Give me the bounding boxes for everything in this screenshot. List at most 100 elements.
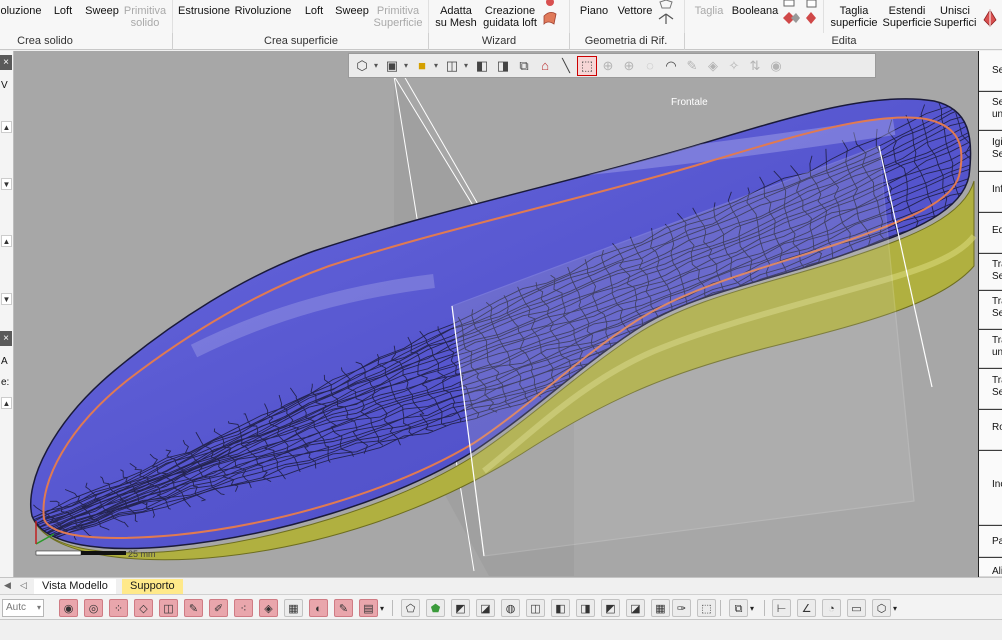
right-panel-item[interactable]: Ali [979, 558, 1002, 577]
boolean-shapes-icon[interactable] [781, 0, 801, 32]
piano-button[interactable]: Piano [578, 0, 610, 34]
show-reference-icon[interactable]: ◐ [309, 599, 328, 617]
select-surface-icon[interactable]: ◧ [551, 599, 570, 617]
floor-icon[interactable]: ⌂ [536, 57, 554, 75]
magic-icon[interactable]: ✧ [725, 57, 743, 75]
freeform-icon[interactable]: ◌ [641, 57, 659, 75]
auto-select-dropdown[interactable]: Autc ▾ [2, 599, 44, 617]
select-curve-icon[interactable]: ◩ [601, 599, 620, 617]
select-all-icon[interactable]: ⬚ [697, 599, 716, 617]
rivoluzione-solid-button[interactable]: oluzione [0, 0, 42, 34]
measure-area-icon[interactable]: ▭ [847, 599, 866, 617]
chevron-down-icon[interactable]: ▾ [380, 604, 384, 613]
right-panel-item[interactable]: TraSe [979, 369, 1002, 409]
taglia-button[interactable]: Taglia [692, 0, 726, 34]
box-icon[interactable]: ▣ [383, 57, 401, 75]
clip-icon[interactable]: ◨ [494, 57, 512, 75]
select-edge-icon[interactable]: ◪ [476, 599, 495, 617]
loft-surface-button[interactable]: Loft [300, 0, 328, 34]
estendi-superficie-button[interactable]: Estendi Superficie [881, 0, 933, 34]
select-point-icon[interactable]: ◪ [626, 599, 645, 617]
paint-icon[interactable]: ◈ [704, 57, 722, 75]
snap-icon[interactable]: ⊕ [599, 57, 617, 75]
show-curves-icon[interactable]: ✎ [184, 599, 203, 617]
scroll-down-icon[interactable]: ▼ [1, 178, 12, 190]
select-rect-icon[interactable]: ⬚ [577, 55, 597, 76]
show-point-cloud-icon[interactable]: ◎ [84, 599, 103, 617]
mirror-icon[interactable]: ⧉ [515, 57, 533, 75]
wizard-tools-icon[interactable] [541, 0, 559, 30]
tab-supporto[interactable]: Supporto [122, 579, 183, 594]
right-panel-item[interactable]: Traun [979, 330, 1002, 368]
tab-scroll-left-icon[interactable]: ◁ [20, 580, 27, 591]
select-body-icon[interactable]: ◫ [526, 599, 545, 617]
sweep-solid-button[interactable]: Sweep [84, 0, 120, 34]
snap2-icon[interactable]: ⊕ [620, 57, 638, 75]
brush-icon[interactable]: ✎ [683, 57, 701, 75]
eye-icon[interactable]: ◉ [767, 57, 785, 75]
split-surface-icon[interactable] [980, 6, 1000, 28]
tab-scroll-left-icon[interactable]: ◀ [4, 580, 11, 591]
chevron-down-icon[interactable]: ▾ [750, 604, 754, 613]
show-mesh-icon[interactable]: ◉ [59, 599, 78, 617]
edit-shapes-icon[interactable] [804, 0, 820, 32]
primitiva-superficie-button[interactable]: Primitiva Superficie [372, 0, 424, 34]
measure-angle-icon[interactable]: ∠ [797, 599, 816, 617]
more-tools-icon[interactable]: ⬡ [872, 599, 891, 617]
right-panel-item[interactable]: Ed [979, 213, 1002, 253]
close-panel-button[interactable]: × [0, 55, 12, 70]
booleana-button[interactable]: Booleana [730, 0, 780, 34]
lasso-icon[interactable]: ◠ [662, 57, 680, 75]
sweep-surface-button[interactable]: Sweep [334, 0, 370, 34]
select-feature-icon[interactable]: ◍ [501, 599, 520, 617]
close-panel-button[interactable]: × [0, 331, 12, 346]
right-panel-item[interactable]: Pa [979, 526, 1002, 557]
select-sketch-icon[interactable]: ◨ [576, 599, 595, 617]
right-panel-item[interactable]: TraSe [979, 254, 1002, 290]
scroll-up-icon[interactable]: ▲ [1, 397, 12, 409]
show-vertices-icon[interactable]: ⁖ [234, 599, 253, 617]
chevron-down-icon[interactable]: ▾ [434, 61, 440, 70]
right-panel-item[interactable]: Inc [979, 451, 1002, 525]
right-panel-item[interactable]: Seun [979, 92, 1002, 130]
select-face-icon[interactable]: ◩ [451, 599, 470, 617]
measure-radius-icon[interactable]: ◔ [822, 599, 841, 617]
shading-icon[interactable]: ■ [413, 57, 431, 75]
scroll-up-icon[interactable]: ▲ [1, 121, 12, 133]
scroll-up-icon[interactable]: ▲ [1, 235, 12, 247]
3d-viewport[interactable] [14, 51, 978, 577]
box-outline-icon[interactable]: ◫ [443, 57, 461, 75]
show-sketch-icon[interactable]: ✐ [209, 599, 228, 617]
chevron-down-icon[interactable]: ▾ [464, 61, 470, 70]
vettore-button[interactable]: Vettore [614, 0, 656, 34]
measure-distance-icon[interactable]: ⊢ [772, 599, 791, 617]
show-surfaces-icon[interactable]: ◫ [159, 599, 178, 617]
show-bodies-icon[interactable]: ◈ [259, 599, 278, 617]
adatta-su-mesh-button[interactable]: Adatta su Mesh [434, 0, 478, 34]
layers-icon[interactable]: ⧉ [729, 599, 748, 617]
view-cube-icon[interactable]: ⬡ [353, 57, 371, 75]
scroll-down-icon[interactable]: ▼ [1, 293, 12, 305]
right-panel-item[interactable]: Se [979, 51, 1002, 91]
loft-solid-button[interactable]: Loft [48, 0, 78, 34]
tab-vista-modello[interactable]: Vista Modello [34, 579, 116, 594]
select-region-icon[interactable]: ⬟ [426, 599, 445, 617]
right-panel-item[interactable]: Ro [979, 410, 1002, 450]
right-panel-item[interactable]: TraSe [979, 291, 1002, 329]
show-grid-icon[interactable]: ▦ [284, 599, 303, 617]
unisci-superfici-button[interactable]: Unisci Superfici [932, 0, 978, 34]
taglia-superficie-button[interactable]: Taglia superficie [828, 0, 880, 34]
rivoluzione-button[interactable]: Rivoluzione [233, 0, 293, 34]
creazione-guidata-loft-button[interactable]: Creazione guidata loft [480, 0, 540, 34]
right-panel-item[interactable]: IgiSe [979, 131, 1002, 171]
chevron-down-icon[interactable]: ▾ [893, 604, 897, 613]
right-panel-item[interactable]: Inf [979, 172, 1002, 212]
primitiva-solido-button[interactable]: Primitiva solido [122, 0, 168, 34]
show-measure-icon[interactable]: ✎ [334, 599, 353, 617]
line-icon[interactable]: ╲ [557, 57, 575, 75]
show-all-icon[interactable]: ▤ [359, 599, 378, 617]
transform-icon[interactable]: ⇅ [746, 57, 764, 75]
select-tool-icon[interactable]: ✑ [672, 599, 691, 617]
select-mesh-icon[interactable]: ⬠ [401, 599, 420, 617]
section-icon[interactable]: ◧ [473, 57, 491, 75]
